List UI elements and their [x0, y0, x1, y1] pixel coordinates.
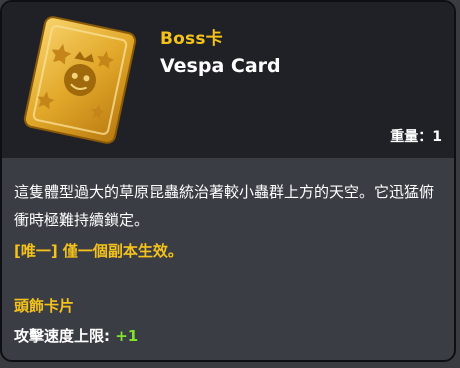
weight-value: 1 [432, 129, 442, 145]
item-description: 這隻體型過大的草原昆蟲統治著較小蟲群上方的天空。它迅猛俯衝時極難持續鎖定。 [14, 183, 435, 229]
weight-label: 重量 [390, 129, 419, 145]
unique-note: [唯一] 僅一個副本生效。 [14, 242, 183, 260]
stat-value: +1 [115, 327, 139, 345]
item-title: Vespa Card [160, 55, 281, 77]
boss-card-icon [23, 16, 137, 144]
weight-separator: ： [418, 129, 433, 145]
stat-label: 攻擊速度上限: [14, 327, 116, 345]
tooltip-header: Boss卡 Vespa Card 重量：1 [2, 2, 454, 158]
item-weight: 重量：1 [390, 126, 442, 146]
stat-line: 攻擊速度上限: +1 [14, 324, 442, 348]
card-slot-label: 頭飾卡片 [14, 297, 75, 315]
item-category: Boss卡 [160, 29, 223, 49]
tooltip-body: 這隻體型過大的草原昆蟲統治著較小蟲群上方的天空。它迅猛俯衝時極難持續鎖定。 [唯… [2, 158, 454, 360]
item-tooltip: Boss卡 Vespa Card 重量：1 這隻體型過大的草原昆蟲統治著較小蟲群… [0, 0, 456, 362]
